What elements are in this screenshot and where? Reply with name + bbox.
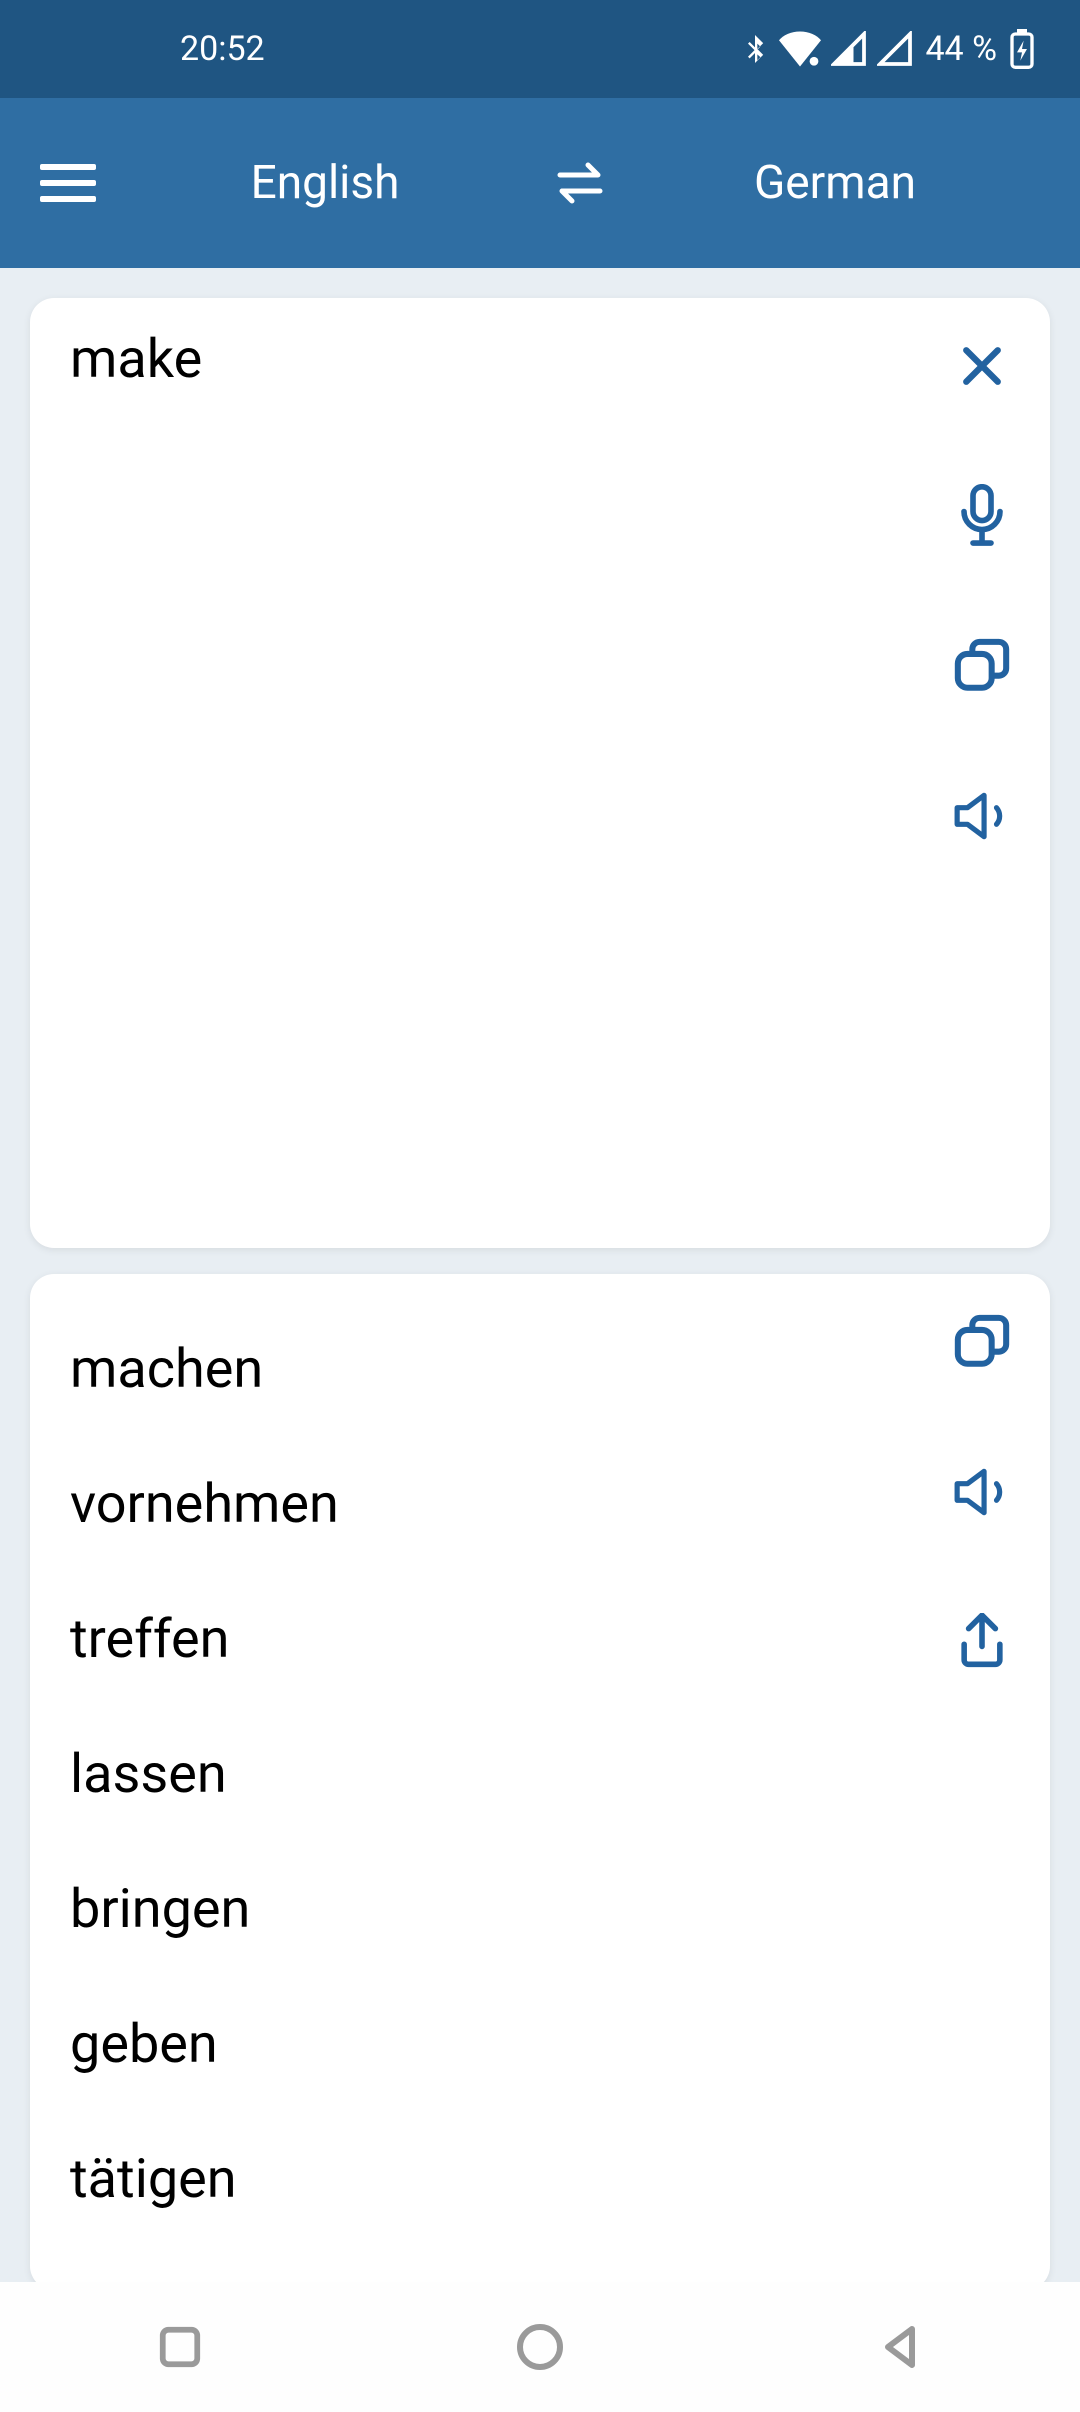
wifi-icon [779,31,821,67]
copy-icon [953,1313,1011,1371]
swap-languages-button[interactable] [550,153,610,213]
speaker-icon [953,792,1011,840]
result-item[interactable]: lassen [70,1707,1010,1842]
input-card: make [30,298,1050,1248]
nav-home-button[interactable] [510,2317,570,2377]
nav-recent-button[interactable] [150,2317,210,2377]
status-time: 20:52 [180,29,265,69]
status-icons [741,30,913,68]
swap-icon [550,161,610,205]
input-text[interactable]: make [70,328,1010,391]
menu-button[interactable] [40,153,100,213]
results-actions [952,1312,1012,1672]
share-icon [955,1613,1009,1671]
result-item[interactable]: geben [70,1977,1010,2112]
result-item[interactable]: treffen [70,1572,1010,1707]
voice-input-button[interactable] [952,486,1012,546]
results-card: machen vornehmen treffen lassen bringen … [30,1274,1050,2290]
result-item[interactable]: machen [70,1302,1010,1437]
microphone-icon [955,484,1009,548]
speak-results-button[interactable] [952,1462,1012,1522]
navigation-bar [0,2282,1080,2412]
signal-icon-1 [831,31,867,67]
copy-icon [953,637,1011,695]
clear-button[interactable] [952,336,1012,396]
battery-charging-icon [1009,29,1035,69]
app-bar: English German [0,98,1080,268]
nav-back-button[interactable] [870,2317,930,2377]
status-bar: 20:52 44 % [0,0,1080,98]
triangle-back-icon [876,2323,924,2371]
copy-results-button[interactable] [952,1312,1012,1372]
share-button[interactable] [952,1612,1012,1672]
results-list: machen vornehmen treffen lassen bringen … [70,1302,1010,2247]
close-icon [955,339,1009,393]
square-icon [157,2324,203,2370]
result-item[interactable]: tätigen [70,2112,1010,2247]
source-language-button[interactable]: English [120,156,530,210]
copy-input-button[interactable] [952,636,1012,696]
input-actions [952,336,1012,846]
target-language-button[interactable]: German [630,156,1040,210]
result-item[interactable]: vornehmen [70,1437,1010,1572]
circle-icon [516,2323,564,2371]
battery-percent: 44 % [925,29,997,69]
speaker-icon [953,1468,1011,1516]
speak-input-button[interactable] [952,786,1012,846]
bluetooth-icon [741,30,769,68]
content-area: make machen vornehmen treffen lassen bri… [0,268,1080,2320]
status-right: 44 % [741,29,1035,69]
signal-icon-2 [877,31,913,67]
result-item[interactable]: bringen [70,1842,1010,1977]
